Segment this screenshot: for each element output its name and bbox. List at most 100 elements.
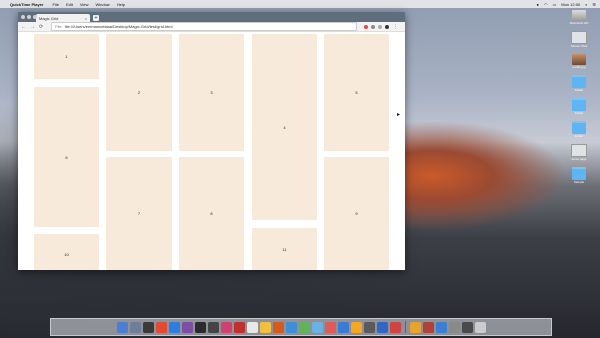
menu-clock[interactable]: Mon 12:00	[561, 2, 580, 7]
desktop-icons: Macintosh HD Screen Shot profile.jpg Folder…	[564, 10, 594, 190]
trash-icon[interactable]	[474, 321, 486, 333]
menu-help[interactable]: Help	[117, 2, 125, 7]
notification-center-icon[interactable]: ☰	[592, 2, 596, 7]
dock-app-icon[interactable]	[422, 321, 434, 333]
address-url: file:///Users/emmanuelstaa/Desktop/Magic…	[64, 24, 173, 29]
new-tab-button[interactable]: +	[93, 15, 99, 21]
grid-item-11: 11	[252, 228, 317, 270]
dock-app-icon[interactable]	[285, 321, 297, 333]
dock-app-icon[interactable]	[168, 321, 180, 333]
menu-window[interactable]: Window	[95, 2, 109, 7]
close-window-button[interactable]	[21, 15, 25, 19]
desktop-item-label: Screen Shot	[570, 45, 588, 48]
browser-window: Magic Grid × + ← → ⟳ File file:///Users/…	[18, 12, 405, 270]
menu-view[interactable]: View	[80, 2, 89, 7]
dock-app-icon[interactable]	[376, 321, 388, 333]
desktop-item[interactable]: Screen Shot	[565, 31, 593, 48]
menu-edit[interactable]: Edit	[66, 2, 73, 7]
dock-app-icon[interactable]	[311, 321, 323, 333]
desktop-item[interactable]: profile.jpg	[565, 54, 593, 69]
desktop-item[interactable]: Sample	[565, 167, 593, 184]
dock	[50, 318, 552, 336]
dock-app-icon[interactable]	[448, 321, 460, 333]
browser-menu-icon[interactable]: ⋮	[393, 24, 398, 30]
minimize-window-button[interactable]	[27, 15, 31, 19]
grid-item-2: 2	[106, 34, 172, 151]
grid-item-6: 6	[34, 87, 99, 227]
folder-icon	[572, 121, 586, 134]
tab-strip: Magic Grid × +	[18, 12, 405, 22]
dock-app-icon[interactable]	[233, 321, 245, 333]
folder-icon	[572, 98, 586, 111]
reload-button[interactable]: ⟳	[39, 24, 43, 30]
browser-tab[interactable]: Magic Grid ×	[36, 14, 90, 22]
mouse-cursor-icon: ▸	[397, 112, 401, 118]
desktop-item[interactable]: demo page	[565, 144, 593, 161]
dock-app-icon[interactable]	[272, 321, 284, 333]
dock-app-icon[interactable]	[298, 321, 310, 333]
grid-item-8: 8	[179, 157, 244, 270]
extension-icon[interactable]	[378, 24, 382, 29]
dock-app-icon[interactable]	[324, 321, 336, 333]
desktop-item-label: demo page	[571, 158, 587, 161]
zoom-window-button[interactable]	[33, 15, 37, 19]
dock-app-icon[interactable]	[142, 321, 154, 333]
wifi-icon[interactable]: ◠	[544, 2, 548, 7]
folder-icon	[572, 167, 586, 180]
tab-title: Magic Grid	[39, 15, 59, 21]
extension-icon[interactable]	[364, 24, 368, 29]
dock-app-icon[interactable]	[350, 321, 362, 333]
extension-icon[interactable]	[371, 24, 375, 29]
disk-icon	[572, 10, 586, 21]
desktop-item-label: Folder	[574, 135, 584, 138]
back-button[interactable]: ←	[21, 24, 26, 30]
dock-app-icon[interactable]	[389, 321, 401, 333]
dock-app-icon[interactable]	[194, 321, 206, 333]
grid-item-4: 4	[252, 34, 317, 220]
desktop-item[interactable]: Macintosh HD	[565, 10, 593, 25]
grid-item-5: 5	[324, 34, 389, 151]
file-icon	[571, 144, 587, 157]
grid-item-3: 3	[179, 34, 244, 151]
address-scheme-label: File	[55, 24, 62, 29]
desktop-item-label: Sample	[573, 181, 585, 184]
grid-item-10: 10	[34, 234, 99, 270]
file-icon	[572, 54, 586, 65]
battery-icon[interactable]: ▭	[552, 2, 556, 7]
desktop-item[interactable]: Folder	[565, 121, 593, 138]
dock-app-icon[interactable]	[435, 321, 447, 333]
extension-icon[interactable]	[385, 24, 389, 29]
dock-app-icon[interactable]	[461, 321, 473, 333]
desktop-item[interactable]: Folder	[565, 98, 593, 115]
spotlight-icon[interactable]: ⌕	[585, 2, 587, 7]
dock-app-icon[interactable]	[259, 321, 271, 333]
dock-app-icon[interactable]	[129, 321, 141, 333]
desktop-item-label: Folder	[574, 89, 584, 92]
tab-close-icon[interactable]: ×	[85, 16, 87, 21]
menu-file[interactable]: File	[53, 2, 59, 7]
desktop-item[interactable]: Folder	[565, 75, 593, 92]
page-content: 1 2 3 4 5 6 7 8 9 10 11	[18, 32, 405, 270]
forward-button[interactable]: →	[30, 24, 35, 30]
desktop-item-label: Macintosh HD	[569, 22, 589, 25]
window-controls	[21, 15, 37, 19]
desktop-item-label: Folder	[574, 112, 584, 115]
desktop-item-label: profile.jpg	[572, 66, 586, 69]
dock-app-icon[interactable]	[220, 321, 232, 333]
dock-app-icon[interactable]	[155, 321, 167, 333]
grid-item-9: 9	[324, 157, 389, 270]
dock-app-icon[interactable]	[116, 321, 128, 333]
dock-app-icon[interactable]	[246, 321, 258, 333]
folder-icon	[572, 75, 586, 88]
grid-item-7: 7	[106, 157, 172, 270]
dock-separator	[404, 321, 406, 333]
dock-app-icon[interactable]	[207, 321, 219, 333]
dock-app-icon[interactable]	[181, 321, 193, 333]
dock-app-icon[interactable]	[409, 321, 421, 333]
menu-app-name[interactable]: QuickTime Player	[10, 2, 44, 7]
file-icon	[571, 31, 587, 44]
status-icon[interactable]: ●	[537, 2, 539, 7]
dock-app-icon[interactable]	[363, 321, 375, 333]
address-bar[interactable]: File file:///Users/emmanuelstaa/Desktop/…	[51, 22, 357, 31]
dock-app-icon[interactable]	[337, 321, 349, 333]
